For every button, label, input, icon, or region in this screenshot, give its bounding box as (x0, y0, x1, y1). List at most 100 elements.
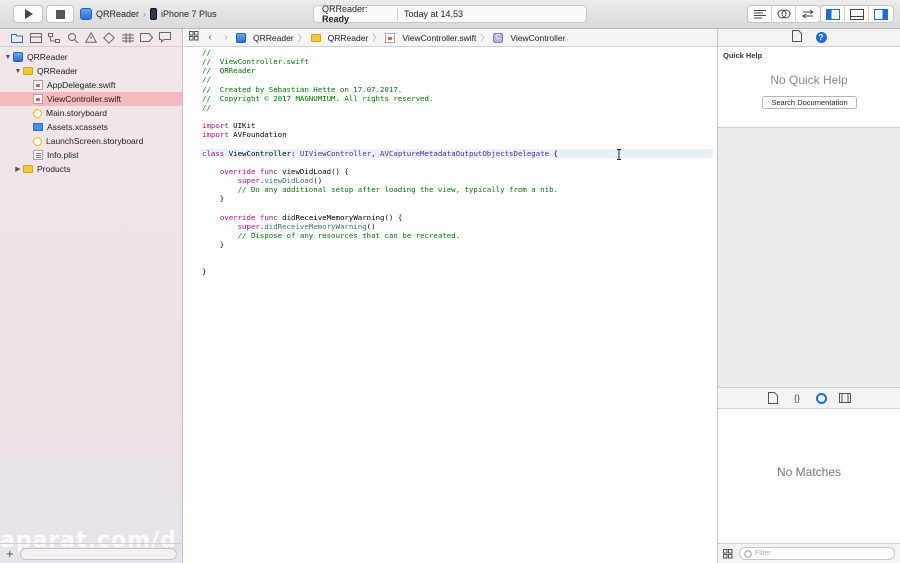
tree-row-group[interactable]: ▶ Products (0, 162, 182, 176)
code-line[interactable]: override func didReceiveMemoryWarning() … (202, 213, 713, 222)
storyboard-icon (33, 108, 42, 118)
code-text[interactable]: //// ViewController.swift// QRReader////… (200, 48, 713, 277)
code-line[interactable]: class ViewController: UIViewController, … (200, 148, 713, 158)
disclosure-right-icon[interactable]: ▶ (13, 165, 23, 173)
code-line[interactable]: super.didReceiveMemoryWarning() (202, 222, 713, 231)
left-panel-icon (825, 8, 840, 20)
folder-icon (23, 67, 33, 75)
breakpoint-navigator-tab[interactable] (139, 31, 153, 45)
tree-row-file[interactable]: Assets.xcassets (0, 120, 182, 134)
code-snippet-library-tab[interactable]: {} (791, 392, 803, 404)
breadcrumb-file[interactable]: ViewController.swift (385, 32, 476, 43)
related-items-icon[interactable] (188, 31, 200, 44)
film-icon (839, 393, 851, 403)
class-icon: C (493, 32, 504, 43)
find-navigator-tab[interactable] (66, 31, 80, 45)
code-line[interactable]: } (202, 240, 713, 249)
code-line[interactable]: // Copyright © 2017 MAGNUMIUM. All right… (202, 94, 713, 103)
code-line[interactable]: ​ (202, 258, 713, 267)
library-tab-bar: {} (718, 387, 900, 409)
code-line[interactable]: import UIKit (202, 121, 713, 130)
tree-row-file[interactable]: LaunchScreen.storyboard (0, 134, 182, 148)
bottom-panel-icon (849, 8, 864, 20)
code-line[interactable]: import AVFoundation (202, 130, 713, 139)
stop-icon (55, 9, 65, 19)
scheme-selector[interactable]: QRReader › iPhone 7 Plus (80, 5, 217, 23)
standard-editor-button[interactable] (748, 6, 772, 22)
tree-row-group[interactable]: ▼ QRReader (0, 64, 182, 78)
search-documentation-button[interactable]: Search Documentation (762, 96, 857, 109)
object-library-tab[interactable] (815, 392, 827, 404)
project-navigator-tab[interactable] (10, 31, 24, 45)
utilities-toggle-button[interactable] (869, 6, 893, 22)
tree-row-file-selected[interactable]: ViewController.swift (0, 92, 182, 106)
toolbar: QRReader › iPhone 7 Plus QRReader: Ready… (0, 0, 900, 29)
tree-row-file[interactable]: AppDelegate.swift (0, 78, 182, 92)
navigator-filter-field[interactable] (19, 547, 177, 560)
code-line[interactable]: ​ (202, 249, 713, 258)
navigator-toggle-button[interactable] (821, 6, 845, 22)
file-tree: ▼ QRReader ▼ QRReader AppDelegate.swift … (0, 47, 182, 176)
grid-view-icon[interactable] (723, 548, 733, 559)
code-line[interactable]: ​ (202, 139, 713, 148)
chevron-right-icon: › (143, 9, 147, 19)
report-navigator-tab[interactable] (158, 31, 172, 45)
test-navigator-tab[interactable] (102, 31, 116, 45)
run-button[interactable] (13, 5, 43, 23)
breakpoint-icon (139, 33, 153, 42)
scheme-target-label: QRReader (96, 9, 140, 19)
inspector-tab-bar: ? (718, 29, 900, 47)
add-file-button[interactable]: + (6, 547, 14, 560)
code-line[interactable]: // (202, 48, 713, 57)
file-inspector-tab[interactable] (791, 30, 802, 45)
media-library-tab[interactable] (839, 392, 851, 404)
code-line[interactable]: ​ (202, 158, 713, 167)
tree-row-file[interactable]: Main.storyboard (0, 106, 182, 120)
back-arrow-icon[interactable]: ‹ (204, 32, 216, 43)
debug-area-toggle-button[interactable] (845, 6, 869, 22)
library-filter-field[interactable]: Filter (739, 547, 895, 560)
code-line[interactable]: ​ (202, 203, 713, 212)
code-line[interactable]: ​ (202, 112, 713, 121)
tree-item-label: LaunchScreen.storyboard (46, 136, 144, 146)
code-line[interactable]: } (202, 194, 713, 203)
text-cursor-icon (617, 149, 621, 160)
library-empty-label: No Matches (776, 465, 842, 479)
code-line[interactable]: // Created by Sebastian Hette on 17.07.2… (202, 85, 713, 94)
issue-navigator-tab[interactable] (84, 31, 98, 45)
file-template-library-tab[interactable] (767, 392, 779, 404)
code-line[interactable]: // ViewController.swift (202, 57, 713, 66)
code-line[interactable]: // (202, 103, 713, 112)
version-editor-button[interactable] (796, 6, 820, 22)
code-line[interactable]: // (202, 75, 713, 84)
iphone-icon (150, 8, 158, 20)
navigator-tab-bar (0, 29, 182, 47)
quick-help-empty-label: No Quick Help (770, 73, 848, 87)
breadcrumb-project[interactable]: QRReader (236, 32, 294, 43)
quick-help-tab[interactable]: ? (815, 32, 827, 43)
breadcrumb-symbol[interactable]: C ViewController (493, 32, 565, 43)
code-line[interactable]: super.viewDidLoad() (202, 176, 713, 185)
editor-mode-control (747, 5, 821, 23)
play-icon (25, 9, 33, 19)
tree-row-file[interactable]: Info.plist (0, 148, 182, 162)
disclosure-down-icon[interactable]: ▼ (13, 68, 23, 75)
tree-row-project[interactable]: ▼ QRReader (0, 50, 182, 64)
code-line[interactable]: // QRReader (202, 66, 713, 75)
assistant-editor-button[interactable] (772, 6, 796, 22)
code-line[interactable]: // Dispose of any resources that can be … (202, 231, 713, 240)
disclosure-down-icon[interactable]: ▼ (3, 54, 13, 61)
source-control-tab[interactable] (29, 31, 43, 45)
forward-arrow-icon[interactable]: › (220, 32, 232, 43)
debug-navigator-tab[interactable] (121, 31, 135, 45)
library-panel: No Matches (718, 409, 900, 543)
source-control-icon (29, 32, 42, 43)
stop-button[interactable] (46, 5, 74, 23)
code-line[interactable]: override func viewDidLoad() { (202, 167, 713, 176)
folder-icon (310, 33, 321, 42)
symbol-navigator-tab[interactable] (47, 31, 61, 45)
code-line[interactable]: } (202, 267, 713, 276)
source-editor[interactable]: //// ViewController.swift// QRReader////… (184, 47, 717, 563)
breadcrumb-group[interactable]: QRReader (310, 33, 368, 43)
code-line[interactable]: // Do any additional setup after loading… (202, 185, 713, 194)
